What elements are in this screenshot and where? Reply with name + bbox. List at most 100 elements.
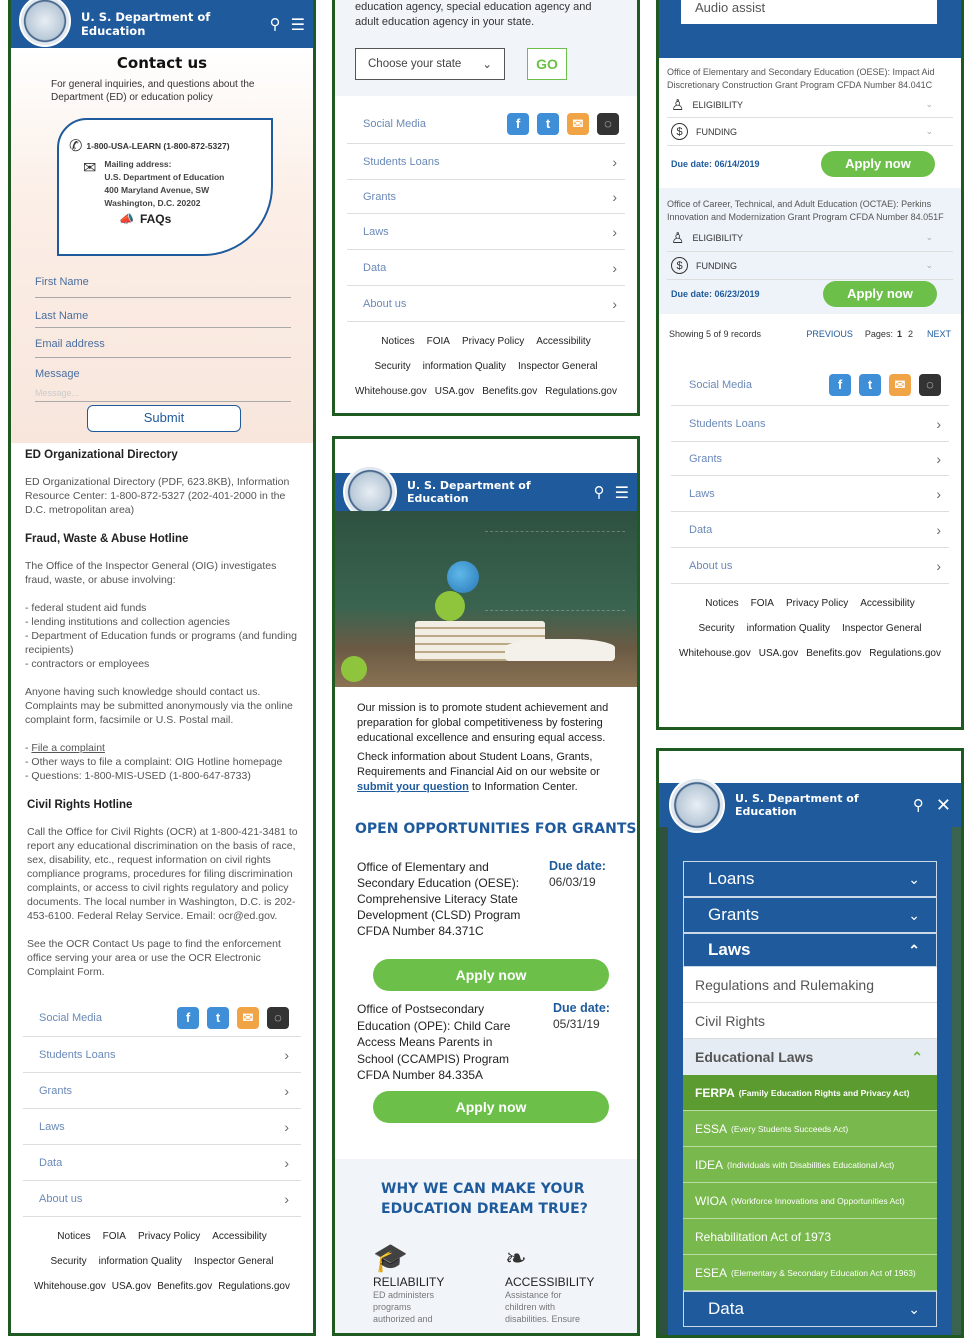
footer-link[interactable]: Regulations.gov (218, 1281, 290, 1292)
menu-item-laws[interactable]: Laws ⌃ (683, 933, 937, 967)
footer-nav-about[interactable]: About us › (347, 286, 625, 322)
footer-link[interactable]: USA.gov (435, 386, 474, 397)
twitter-icon[interactable]: t (207, 1006, 229, 1029)
footer-nav-students-loans[interactable]: Students Loans › (347, 144, 625, 180)
footer-link[interactable]: Notices (381, 336, 414, 347)
submenu-civil-rights[interactable]: Civil Rights (683, 1003, 937, 1039)
menu-item-grants[interactable]: Grants ⌄ (683, 897, 937, 933)
footer-link[interactable]: information Quality (747, 623, 830, 634)
footer-link[interactable]: Security (699, 623, 735, 634)
submenu-educational-laws[interactable]: Educational Laws ⌃ (683, 1039, 937, 1075)
search-icon[interactable]: ⚲ (270, 15, 281, 33)
footer-link[interactable]: Privacy Policy (138, 1231, 200, 1242)
footer-link[interactable]: FOIA (427, 336, 450, 347)
audio-assist-field[interactable]: Audio assist (681, 0, 937, 24)
submenu-regulations[interactable]: Regulations and Rulemaking (683, 967, 937, 1003)
footer-link[interactable]: Notices (705, 598, 738, 609)
oig-hotline-link[interactable]: - Other ways to file a complaint: OIG Ho… (25, 755, 299, 769)
footer-link[interactable]: Privacy Policy (786, 598, 848, 609)
footer-nav-grants[interactable]: Grants › (347, 180, 625, 214)
law-item-essa[interactable]: ESSA (Every Students Succeeds Act) (683, 1111, 937, 1147)
next-link[interactable]: NEXT (927, 329, 951, 339)
footer-link[interactable]: Inspector General (194, 1256, 274, 1267)
footer-link[interactable]: USA.gov (112, 1281, 151, 1292)
footer-nav-about[interactable]: About us › (671, 548, 949, 584)
footer-link[interactable]: Inspector General (518, 361, 598, 372)
facebook-icon[interactable]: f (507, 112, 529, 135)
search-icon[interactable]: ⚲ (594, 483, 605, 501)
facebook-icon[interactable]: f (829, 373, 851, 396)
site-title[interactable]: U. S. Department of Education (81, 10, 270, 38)
rss-icon[interactable]: ◌ (597, 112, 619, 135)
law-item-ferpa[interactable]: FERPA (Family Education Rights and Privac… (683, 1075, 937, 1111)
footer-nav-laws[interactable]: Laws › (23, 1109, 301, 1145)
law-item-rehab-act[interactable]: Rehabilitation Act of 1973 (683, 1219, 937, 1255)
footer-link[interactable]: Benefits.gov (157, 1281, 212, 1292)
footer-link[interactable]: Whitehouse.gov (355, 386, 427, 397)
footer-link[interactable]: Accessibility (212, 1231, 266, 1242)
site-title[interactable]: U. S. Department of Education (735, 792, 913, 818)
footer-link[interactable]: Whitehouse.gov (679, 648, 751, 659)
eligibility-row[interactable]: ♙ ELIGIBILITY ⌄ (667, 92, 953, 118)
footer-link[interactable]: information Quality (99, 1256, 182, 1267)
last-name-field[interactable]: Last Name (35, 298, 291, 328)
message-field[interactable]: Message... (35, 380, 291, 402)
law-item-wioa[interactable]: WIOA (Workforce Innovations and Opportuni… (683, 1183, 937, 1219)
submit-button[interactable]: Submit (87, 405, 241, 432)
footer-link[interactable]: Benefits.gov (806, 648, 861, 659)
footer-link[interactable]: FOIA (751, 598, 774, 609)
search-icon[interactable]: ⚲ (913, 796, 924, 814)
twitter-icon[interactable]: t (859, 373, 881, 396)
state-select[interactable]: Choose your state ⌄ (355, 48, 505, 80)
footer-nav-grants[interactable]: Grants › (671, 442, 949, 476)
rss-icon[interactable]: ◌ (919, 373, 941, 396)
hamburger-menu-icon[interactable]: ☰ (615, 483, 629, 502)
law-item-idea[interactable]: IDEA (Individuals with Disabilities Educa… (683, 1147, 937, 1183)
faqs-link[interactable]: 📣 FAQs (119, 212, 261, 226)
footer-nav-data[interactable]: Data › (347, 250, 625, 286)
menu-item-loans[interactable]: Loans ⌄ (683, 861, 937, 897)
footer-link[interactable]: Accessibility (860, 598, 914, 609)
funding-row[interactable]: $ FUNDING ⌄ (667, 118, 953, 146)
rss-icon[interactable]: ◌ (267, 1006, 289, 1029)
footer-link[interactable]: Regulations.gov (545, 386, 617, 397)
email-field[interactable]: Email address (35, 328, 291, 358)
ed-seal-logo[interactable] (669, 777, 725, 833)
apply-now-button[interactable]: Apply now (821, 151, 935, 177)
email-icon[interactable]: ✉ (237, 1006, 259, 1029)
footer-link[interactable]: Regulations.gov (869, 648, 941, 659)
law-item-esea[interactable]: ESEA (Elementary & Secondary Education Ac… (683, 1255, 937, 1291)
page-2-link[interactable]: 2 (908, 329, 913, 339)
phone-number[interactable]: 1-800-USA-LEARN (1-800-872-5327) (86, 141, 229, 151)
footer-nav-about[interactable]: About us › (23, 1181, 301, 1217)
footer-link[interactable]: FOIA (103, 1231, 126, 1242)
file-complaint-link[interactable]: File a complaint (31, 742, 105, 754)
footer-link[interactable]: Privacy Policy (462, 336, 524, 347)
go-button[interactable]: GO (527, 48, 567, 80)
email-icon[interactable]: ✉ (567, 112, 589, 135)
footer-link[interactable]: USA.gov (759, 648, 798, 659)
funding-row[interactable]: $ FUNDING ⌄ (667, 252, 953, 280)
footer-link[interactable]: Accessibility (536, 336, 590, 347)
close-icon[interactable]: ✕ (936, 795, 951, 816)
footer-nav-data[interactable]: Data › (23, 1145, 301, 1181)
apply-now-button[interactable]: Apply now (823, 281, 937, 307)
footer-link[interactable]: Notices (57, 1231, 90, 1242)
first-name-field[interactable]: First Name (35, 268, 291, 298)
footer-link[interactable]: Security (51, 1256, 87, 1267)
footer-link[interactable]: information Quality (423, 361, 506, 372)
email-icon[interactable]: ✉ (889, 373, 911, 396)
submit-question-link[interactable]: submit your question (357, 781, 469, 793)
footer-link[interactable]: Security (375, 361, 411, 372)
previous-link[interactable]: PREVIOUS (806, 329, 853, 339)
page-1-link[interactable]: 1 (897, 329, 902, 339)
apply-now-button[interactable]: Apply now (373, 1091, 609, 1123)
site-title[interactable]: U. S. Department of Education (407, 479, 594, 505)
footer-nav-grants[interactable]: Grants › (23, 1073, 301, 1109)
footer-nav-data[interactable]: Data › (671, 512, 949, 548)
footer-nav-laws[interactable]: Laws › (347, 214, 625, 250)
menu-item-data[interactable]: Data ⌄ (683, 1291, 937, 1327)
footer-nav-laws[interactable]: Laws › (671, 476, 949, 512)
ed-seal-logo[interactable] (19, 0, 71, 47)
footer-nav-students-loans[interactable]: Students Loans › (671, 406, 949, 442)
